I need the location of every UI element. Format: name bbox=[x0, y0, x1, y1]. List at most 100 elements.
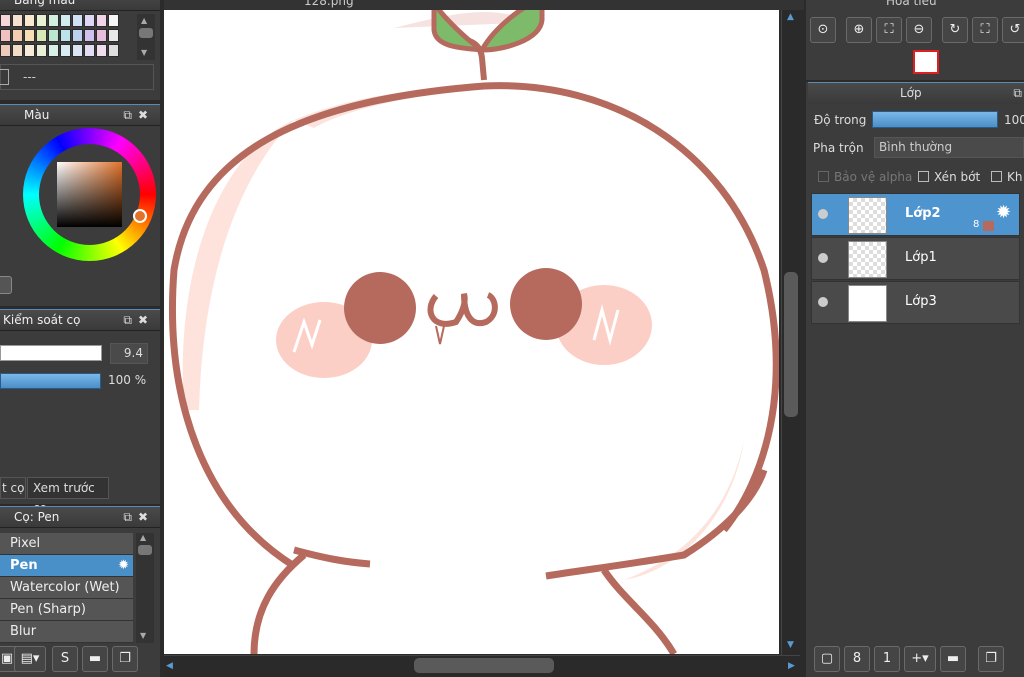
color-panel: Màu ⧉✖ bbox=[0, 104, 160, 306]
color-swatch[interactable] bbox=[60, 14, 71, 27]
add-layer-icon[interactable]: +▾ bbox=[904, 646, 936, 672]
gear-icon[interactable]: ✹ bbox=[996, 202, 1011, 223]
panel-controls-icon[interactable]: ⧉✖ bbox=[123, 310, 154, 330]
canvas-tab[interactable]: 128.png bbox=[164, 0, 804, 10]
hue-marker[interactable] bbox=[133, 209, 147, 223]
add-brush-icon[interactable]: ▤▾ bbox=[14, 646, 46, 672]
palette-name-field[interactable]: --- bbox=[0, 64, 154, 90]
color-swatch[interactable] bbox=[12, 14, 23, 27]
new-1bit-layer-icon[interactable]: 1 bbox=[874, 646, 900, 672]
color-swatch[interactable] bbox=[24, 29, 35, 42]
layer-row-lop1[interactable]: Lớp1 bbox=[811, 237, 1020, 280]
duplicate-icon[interactable]: ❐ bbox=[112, 646, 138, 672]
blend-mode-select[interactable]: Bình thường bbox=[874, 137, 1024, 158]
layer-opacity-slider[interactable] bbox=[872, 111, 998, 128]
color-swatch[interactable] bbox=[96, 44, 107, 57]
color-swatch[interactable] bbox=[108, 14, 119, 27]
folder-icon[interactable]: ▬ bbox=[82, 646, 108, 672]
brush-item-pixel[interactable]: Pixel bbox=[0, 533, 133, 555]
brush-tab-settings[interactable]: t cọ bbox=[0, 477, 26, 499]
layer-header: Lớp ⧉ bbox=[808, 82, 1024, 104]
canvas-v-scrollbar[interactable]: ▲ ▼ bbox=[781, 10, 800, 656]
color-swatch[interactable] bbox=[48, 44, 59, 57]
color-swatch[interactable] bbox=[36, 29, 47, 42]
color-swatch[interactable] bbox=[72, 14, 83, 27]
color-swatch[interactable] bbox=[0, 29, 11, 42]
brush-opacity-value: 100 % bbox=[108, 373, 147, 387]
swatch-grid bbox=[0, 14, 125, 60]
color-swatch[interactable] bbox=[60, 44, 71, 57]
color-swatch[interactable] bbox=[24, 44, 35, 57]
protect-alpha-checkbox[interactable]: Bảo vệ alpha bbox=[818, 170, 912, 184]
color-swatch[interactable] bbox=[84, 29, 95, 42]
color-swatch[interactable] bbox=[48, 14, 59, 27]
layer-row-lop2[interactable]: Lớp2 8 ✹ bbox=[811, 193, 1020, 236]
visibility-icon[interactable] bbox=[818, 209, 828, 219]
fit-icon[interactable]: ⛶ bbox=[876, 17, 902, 43]
color-wheel[interactable] bbox=[23, 128, 156, 261]
panel-controls-icon[interactable]: ⧉✖ bbox=[123, 507, 154, 527]
brush-item-pen[interactable]: Pen ✹ bbox=[0, 555, 133, 577]
clip-checkbox[interactable]: Xén bớt bbox=[918, 170, 980, 184]
brush-item-blur[interactable]: Blur bbox=[0, 621, 133, 643]
brush-settings-icon[interactable]: S bbox=[52, 646, 78, 672]
rotate-reset-icon[interactable]: ↺ bbox=[1002, 17, 1024, 43]
color-swatch[interactable] bbox=[36, 44, 47, 57]
popout-icon[interactable]: ⧉ bbox=[1013, 83, 1022, 103]
brush-list-scrollbar[interactable]: ▲ ▼ bbox=[136, 533, 154, 643]
gear-icon[interactable]: ✹ bbox=[118, 555, 129, 576]
visibility-icon[interactable] bbox=[818, 297, 828, 307]
color-swatch[interactable] bbox=[36, 14, 47, 27]
brush-item-pen-sharp[interactable]: Pen (Sharp) bbox=[0, 599, 133, 621]
panel-controls-icon[interactable]: ⧉✖ bbox=[123, 105, 154, 125]
flip-icon[interactable]: ⛶ bbox=[972, 17, 998, 43]
navigator-preview[interactable] bbox=[913, 50, 939, 74]
brush-size-slider[interactable] bbox=[0, 345, 102, 361]
zoom-out-icon[interactable]: ⊖ bbox=[906, 17, 932, 43]
color-swatch[interactable] bbox=[0, 14, 11, 27]
color-swatch[interactable] bbox=[84, 14, 95, 27]
layer-color-swatch bbox=[983, 221, 994, 231]
brush-opacity-slider[interactable] bbox=[0, 373, 101, 389]
color-swatch[interactable] bbox=[96, 14, 107, 27]
color-swatch[interactable] bbox=[12, 44, 23, 57]
zoom-in-icon[interactable]: ⊕ bbox=[846, 17, 872, 43]
canvas-h-scrollbar[interactable]: ◀ ▶ bbox=[164, 655, 800, 677]
blend-mode-label: Pha trộn bbox=[813, 141, 864, 155]
palette-scrollbar[interactable]: ▲ ▼ bbox=[137, 14, 155, 60]
palette-name-icon[interactable] bbox=[0, 69, 9, 85]
color-swatch[interactable] bbox=[24, 14, 35, 27]
new-layer-icon[interactable]: ▢ bbox=[814, 646, 840, 672]
brush-control-header: Kiểm soát cọ ⧉✖ bbox=[0, 309, 160, 331]
color-swatch[interactable] bbox=[60, 29, 71, 42]
color-swatch[interactable] bbox=[84, 44, 95, 57]
folder-icon[interactable]: ▬ bbox=[940, 646, 966, 672]
navigator-panel: Hoa tiêu ⊙ ⊕ ⛶ ⊖ ↻ ⛶ ↺ bbox=[806, 0, 1024, 80]
color-swatch[interactable] bbox=[12, 29, 23, 42]
duplicate-icon[interactable]: ❐ bbox=[978, 646, 1004, 672]
color-swatch[interactable] bbox=[108, 44, 119, 57]
layer-row-lop3[interactable]: Lớp3 bbox=[811, 281, 1020, 324]
canvas-area[interactable] bbox=[164, 10, 779, 654]
brush-size-value[interactable]: 9.4 bbox=[110, 343, 148, 364]
layer-opacity-label: Độ trong bbox=[814, 113, 867, 127]
color-swatch[interactable] bbox=[0, 44, 11, 57]
brush-item-watercolor[interactable]: Watercolor (Wet) bbox=[0, 577, 133, 599]
color-swatch[interactable] bbox=[96, 29, 107, 42]
brush-list-header: Cọ: Pen ⧉✖ bbox=[0, 506, 160, 528]
brush-tab-preview[interactable]: Xem trước cọ bbox=[27, 477, 109, 515]
color-swatch[interactable] bbox=[48, 29, 59, 42]
rotate-icon[interactable]: ↻ bbox=[942, 17, 968, 43]
color-swatch[interactable] bbox=[72, 29, 83, 42]
color-square[interactable] bbox=[57, 162, 122, 227]
zoom-actual-icon[interactable]: ⊙ bbox=[810, 17, 836, 43]
color-swatch[interactable] bbox=[72, 44, 83, 57]
new-8bit-layer-icon[interactable]: 8 bbox=[844, 646, 870, 672]
navigator-title: Hoa tiêu bbox=[886, 0, 937, 8]
visibility-icon[interactable] bbox=[818, 253, 828, 263]
lock-checkbox[interactable]: Kh bbox=[991, 170, 1022, 184]
stamp-icon[interactable] bbox=[0, 276, 12, 294]
color-title: Màu bbox=[24, 108, 50, 122]
layer-opacity-value: 100 bbox=[1004, 113, 1024, 127]
color-swatch[interactable] bbox=[108, 29, 119, 42]
